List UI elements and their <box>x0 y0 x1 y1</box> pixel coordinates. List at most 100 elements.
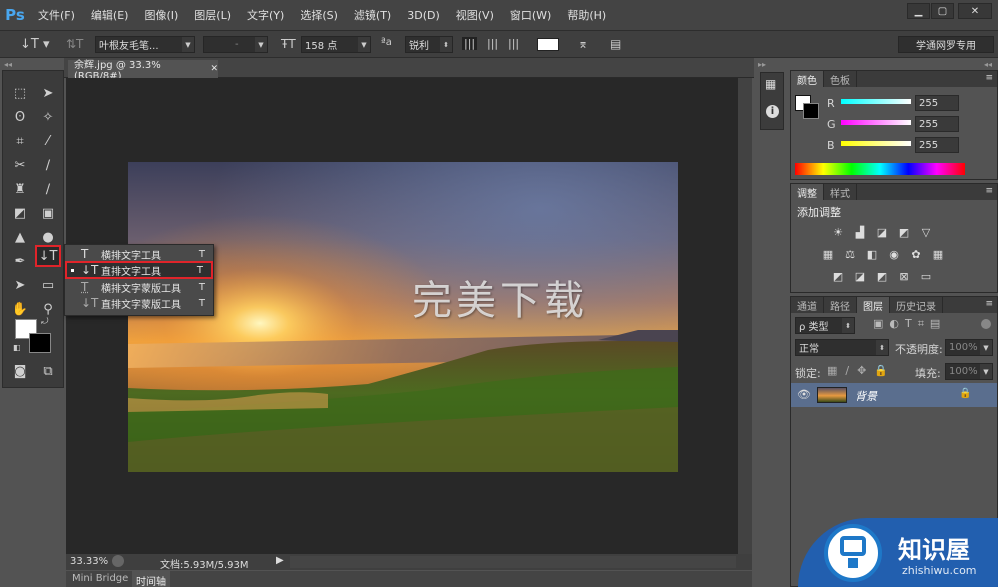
tab-history[interactable]: 历史记录 <box>890 297 943 313</box>
g-value[interactable]: 255 <box>915 116 959 132</box>
antialias-select[interactable]: 锐利 ⬍ <box>405 36 453 53</box>
tab-adjustments[interactable]: 调整 <box>791 184 824 200</box>
brightness-icon[interactable]: ☀ <box>831 226 845 239</box>
opacity-input[interactable]: 100% ▼ <box>945 339 993 356</box>
layer-filter-select[interactable]: ρ 类型 ⬍ <box>795 317 855 334</box>
clone-stamp-icon[interactable]: ♜ <box>9 179 31 199</box>
zoom-level[interactable]: 33.33% <box>70 556 108 567</box>
blur-tool-icon[interactable]: ▲ <box>9 227 31 247</box>
pen-tool-icon[interactable]: ✒ <box>9 251 31 271</box>
channel-mixer-icon[interactable]: ✿ <box>909 248 923 261</box>
tab-paths[interactable]: 路径 <box>824 297 857 313</box>
toggle-orientation-icon[interactable]: ⇅T <box>66 37 83 51</box>
curves-icon[interactable]: ◪ <box>875 226 889 239</box>
tab-styles[interactable]: 样式 <box>824 184 857 200</box>
panel-menu-icon[interactable]: ≡ <box>985 186 993 196</box>
b-value[interactable]: 255 <box>915 137 959 153</box>
layer-row[interactable]: 👁 背景 🔒 <box>791 383 997 407</box>
filter-toggle-icon[interactable] <box>981 319 991 329</box>
swap-colors-icon[interactable]: ⤾ <box>41 317 49 327</box>
dock-expand-icon[interactable]: ◂◂ <box>984 60 992 69</box>
r-value[interactable]: 255 <box>915 95 959 111</box>
lasso-tool-icon[interactable]: ʘ <box>9 107 31 127</box>
menu-view[interactable]: 视图(V) <box>448 7 502 23</box>
dock-collapse-icon[interactable]: ▸▸ <box>758 60 766 69</box>
eye-icon[interactable]: 👁 <box>797 388 811 401</box>
black-white-icon[interactable]: ◧ <box>865 248 879 261</box>
hue-saturation-icon[interactable]: ▦ <box>821 248 835 261</box>
marquee-tool-icon[interactable]: ⬚ <box>9 83 31 103</box>
hand-tool-icon[interactable]: ✋ <box>9 299 31 319</box>
panel-menu-icon[interactable]: ≡ <box>985 73 993 83</box>
move-tool-icon[interactable]: ➤ <box>37 83 59 103</box>
fill-input[interactable]: 100% ▼ <box>945 363 993 380</box>
g-slider[interactable] <box>841 120 911 125</box>
gradient-tool-icon[interactable]: ▣ <box>37 203 59 223</box>
flyout-horizontal-type[interactable]: T 横排文字工具 T <box>65 246 213 262</box>
posterize-icon[interactable]: ◪ <box>853 270 867 283</box>
gradient-map-icon[interactable]: ▭ <box>919 270 933 283</box>
healing-brush-icon[interactable]: ✂ <box>9 155 31 175</box>
info-panel-icon[interactable]: i <box>766 105 779 118</box>
history-panel-icon[interactable]: ▦ <box>765 77 776 91</box>
menu-window[interactable]: 窗口(W) <box>502 7 559 23</box>
threshold-icon[interactable]: ◩ <box>875 270 889 283</box>
horizontal-scrollbar[interactable] <box>290 556 736 568</box>
r-slider[interactable] <box>841 99 911 104</box>
eraser-tool-icon[interactable]: ◩ <box>9 203 31 223</box>
history-brush-icon[interactable]: ∕ <box>37 179 59 199</box>
warp-text-icon[interactable]: ⌆ <box>578 37 588 51</box>
default-colors-icon[interactable]: ◧ <box>13 343 21 352</box>
menu-select[interactable]: 选择(S) <box>292 7 346 23</box>
color-balance-icon[interactable]: ⚖ <box>843 248 857 261</box>
flyout-horizontal-type-mask[interactable]: T 横排文字蒙版工具 T <box>65 279 213 295</box>
collapse-icon[interactable]: ◂◂ <box>4 60 12 69</box>
menu-image[interactable]: 图像(I) <box>136 7 186 23</box>
quick-mask-icon[interactable]: ◙ <box>9 361 31 381</box>
rectangle-tool-icon[interactable]: ▭ <box>37 275 59 295</box>
align-top-icon[interactable]: ||| <box>462 37 478 50</box>
blend-mode-select[interactable]: 正常 ⬍ <box>795 339 889 356</box>
maximize-button[interactable]: ▢ <box>931 3 954 19</box>
menu-file[interactable]: 文件(F) <box>30 7 83 23</box>
close-tab-icon[interactable]: ✕ <box>210 64 218 74</box>
bg-color-chip[interactable] <box>803 103 819 119</box>
vibrance-icon[interactable]: ▽ <box>919 226 933 239</box>
panel-menu-icon[interactable]: ≡ <box>985 299 993 309</box>
color-lookup-icon[interactable]: ▦ <box>931 248 945 261</box>
align-bottom-icon[interactable]: ||| <box>508 37 519 50</box>
dodge-tool-icon[interactable]: ● <box>37 227 59 247</box>
background-color-swatch[interactable] <box>29 333 51 353</box>
minimize-button[interactable]: ▁ <box>907 3 930 19</box>
b-slider[interactable] <box>841 141 911 146</box>
tab-timeline[interactable]: 时间轴 <box>132 571 170 587</box>
vertical-type-tool-button[interactable]: ↓T <box>35 245 61 267</box>
menu-help[interactable]: 帮助(H) <box>559 7 614 23</box>
menu-edit[interactable]: 编辑(E) <box>83 7 137 23</box>
flyout-vertical-type[interactable]: ↓T 直排文字工具 T <box>65 261 213 279</box>
font-style-select[interactable]: - ▼ <box>203 36 268 53</box>
font-size-select[interactable]: 158 点 ▼ <box>301 36 371 53</box>
workspace-select[interactable]: 学通网罗专用 <box>898 36 994 53</box>
menu-type[interactable]: 文字(Y) <box>239 7 292 23</box>
selective-color-icon[interactable]: ⊠ <box>897 270 911 283</box>
invert-icon[interactable]: ◩ <box>831 270 845 283</box>
align-center-icon[interactable]: ||| <box>487 37 498 50</box>
character-panel-icon[interactable]: ▤ <box>610 37 621 51</box>
menu-3d[interactable]: 3D(D) <box>399 9 448 22</box>
document-image[interactable]: 完美下载 <box>128 162 678 472</box>
path-selection-icon[interactable]: ➤ <box>9 275 31 295</box>
menu-layer[interactable]: 图层(L) <box>186 7 239 23</box>
levels-icon[interactable]: ▟ <box>853 226 867 239</box>
exposure-icon[interactable]: ◩ <box>897 226 911 239</box>
color-spectrum-bar[interactable] <box>795 163 965 175</box>
zoom-tool-icon[interactable]: ⚲ <box>37 299 59 319</box>
text-color-swatch[interactable] <box>537 38 559 51</box>
crop-tool-icon[interactable]: ⌗ <box>9 131 31 151</box>
flyout-vertical-type-mask[interactable]: ↓T 直排文字蒙版工具 T <box>65 295 213 311</box>
magic-wand-icon[interactable]: ✧ <box>37 107 59 127</box>
lock-icons[interactable]: ▦∕✥🔒 <box>827 364 896 377</box>
tab-mini-bridge[interactable]: Mini Bridge <box>72 573 128 584</box>
tab-channels[interactable]: 通道 <box>791 297 824 313</box>
brush-tool-icon[interactable]: ∕ <box>37 155 59 175</box>
